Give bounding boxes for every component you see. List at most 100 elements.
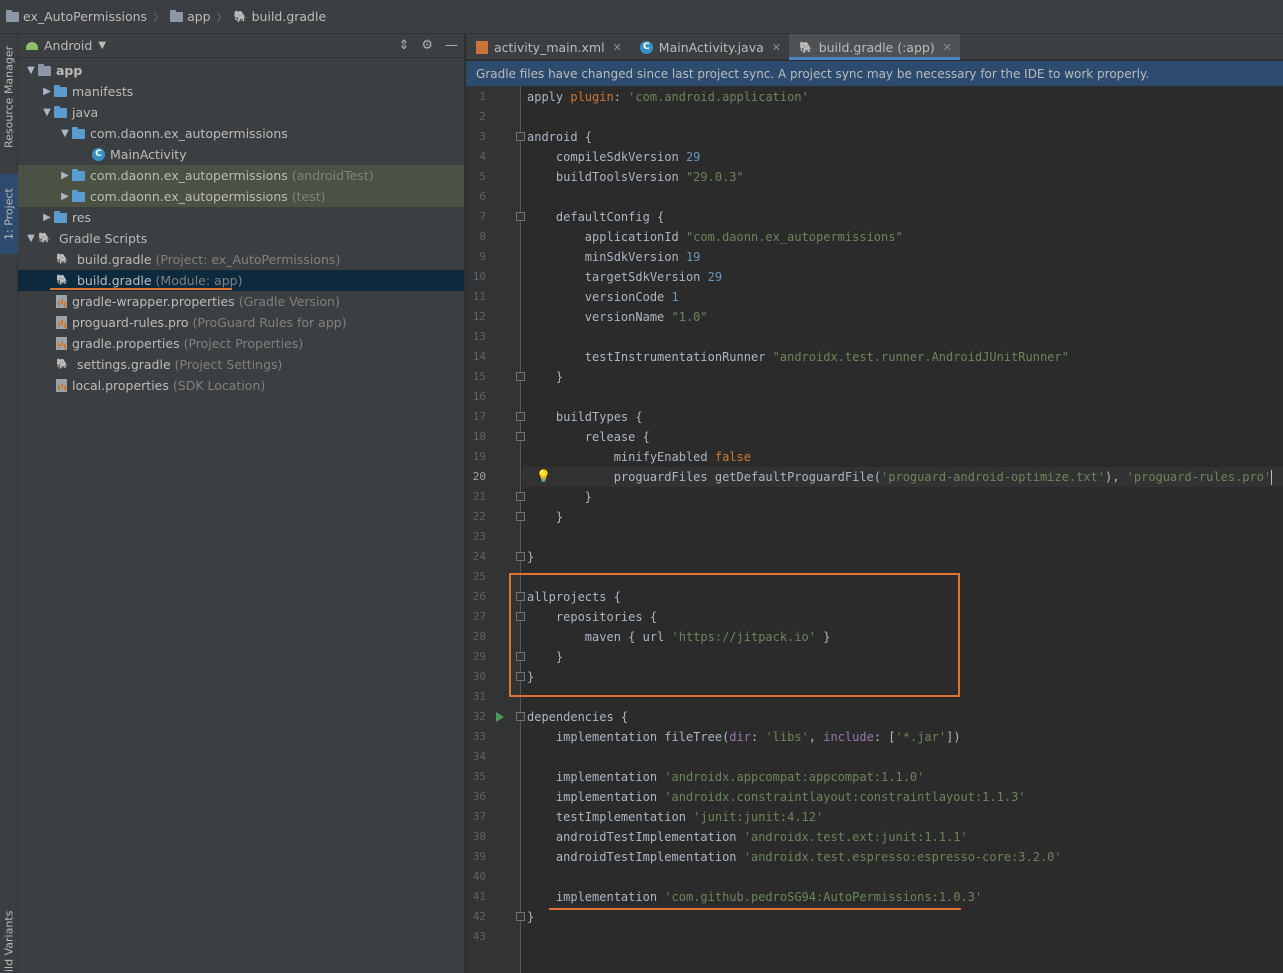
code-token: } bbox=[527, 370, 564, 384]
line-number: 10 bbox=[472, 270, 486, 283]
breadcrumb-file[interactable]: 🐘 build.gradle bbox=[234, 9, 327, 24]
tree-item[interactable]: ▼ java bbox=[18, 102, 464, 123]
tree-item[interactable]: gradle.properties (Project Properties) bbox=[18, 333, 464, 354]
editor-tab[interactable]: 🐘 build.gradle (:app) ✕ bbox=[788, 34, 960, 60]
fold-marker-icon[interactable] bbox=[516, 552, 525, 561]
tree-item[interactable]: ▼ 🐘 Gradle Scripts bbox=[18, 228, 464, 249]
fold-marker-icon[interactable] bbox=[516, 612, 525, 621]
fold-marker-icon[interactable] bbox=[516, 512, 525, 521]
tree-item-label: com.daonn.ex_autopermissions bbox=[90, 126, 288, 141]
tree-item[interactable]: ▶ manifests bbox=[18, 81, 464, 102]
tab-resource-manager[interactable]: Resource Manager bbox=[0, 38, 18, 156]
chevron-right-icon[interactable]: ▶ bbox=[40, 212, 54, 223]
folder-icon bbox=[54, 210, 67, 223]
code-line: maven { url 'https://jitpack.io' } bbox=[527, 627, 831, 647]
code-token: minifyEnabled bbox=[527, 450, 715, 464]
tab-project[interactable]: 1: Project bbox=[0, 174, 18, 254]
run-arrow-icon[interactable] bbox=[496, 712, 504, 722]
line-number: 36 bbox=[472, 790, 486, 803]
fold-marker-icon[interactable] bbox=[516, 492, 525, 501]
close-icon[interactable]: ✕ bbox=[772, 41, 781, 54]
code-token: defaultConfig { bbox=[527, 210, 665, 224]
code-editor[interactable]: 1 2 3 4 5 6 7 8 9 10 11 12 13 14 15 16 17 18 19 20 21 22 23 24 2… bbox=[466, 86, 1283, 973]
code-line: minSdkVersion 19 bbox=[527, 247, 701, 267]
tree-item[interactable]: ▶ com.daonn.ex_autopermissions (test) bbox=[18, 186, 464, 207]
tab-build-variants[interactable]: ild Variants bbox=[0, 909, 18, 973]
editor-tab-label: build.gradle (:app) bbox=[818, 39, 935, 55]
line-number: 41 bbox=[472, 890, 486, 903]
text-caret bbox=[1271, 470, 1273, 485]
properties-file-icon bbox=[56, 379, 67, 392]
fold-marker-icon[interactable] bbox=[516, 912, 525, 921]
chevron-down-icon[interactable]: ▼ bbox=[58, 128, 72, 139]
line-number: 15 bbox=[472, 370, 486, 383]
chevron-down-icon[interactable]: ▼ bbox=[24, 65, 38, 76]
breadcrumb-module[interactable]: app bbox=[170, 9, 211, 24]
tree-item[interactable]: 🐘 build.gradle (Project: ex_AutoPermission… bbox=[18, 249, 464, 270]
code-token: 29 bbox=[707, 270, 723, 284]
line-number: 25 bbox=[472, 570, 486, 583]
line-number: 22 bbox=[472, 510, 486, 523]
breadcrumb: ex_AutoPermissions 〉 app 〉 🐘 build.gradl… bbox=[0, 0, 1283, 34]
close-icon[interactable]: ✕ bbox=[613, 41, 622, 54]
tab-build-variants-label: ild Variants bbox=[2, 910, 16, 972]
tree-item[interactable]: C MainActivity bbox=[18, 144, 464, 165]
gear-icon[interactable]: ⚙ bbox=[421, 38, 433, 53]
fold-marker-icon[interactable] bbox=[516, 372, 525, 381]
line-number: 3 bbox=[479, 130, 486, 143]
editor-tab[interactable]: C MainActivity.java ✕ bbox=[630, 34, 789, 60]
chevron-down-icon[interactable]: ▼ bbox=[98, 40, 106, 51]
tree-item[interactable]: 🐘 settings.gradle (Project Settings) bbox=[18, 354, 464, 375]
fold-marker-icon[interactable] bbox=[516, 712, 525, 721]
code-token: 29 bbox=[685, 150, 701, 164]
collapse-all-icon[interactable]: ⇕ bbox=[398, 38, 409, 53]
breadcrumb-project-label: ex_AutoPermissions bbox=[23, 9, 148, 24]
fold-marker-icon[interactable] bbox=[516, 212, 525, 221]
line-number: 13 bbox=[472, 330, 486, 343]
line-number: 29 bbox=[472, 650, 486, 663]
code-line: android { bbox=[527, 127, 592, 147]
annotation-underline bbox=[549, 908, 961, 910]
code-token: 'junit:junit:4.12' bbox=[693, 810, 824, 824]
tree-item[interactable]: ▶ com.daonn.ex_autopermissions (androidTes… bbox=[18, 165, 464, 186]
tree-item[interactable]: gradle-wrapper.properties (Gradle Version… bbox=[18, 291, 464, 312]
breadcrumb-file-label: build.gradle bbox=[251, 9, 327, 24]
hide-icon[interactable]: — bbox=[445, 38, 458, 53]
code-line: targetSdkVersion 29 bbox=[527, 267, 722, 287]
code-line: } bbox=[527, 547, 534, 567]
fold-marker-icon[interactable] bbox=[516, 672, 525, 681]
tree-item-label: build.gradle bbox=[77, 252, 152, 267]
fold-marker-icon[interactable] bbox=[516, 432, 525, 441]
code-token: 'androidx.test.ext:junit:1.1.1' bbox=[743, 830, 968, 844]
fold-marker-icon[interactable] bbox=[516, 412, 525, 421]
chevron-down-icon[interactable]: ▼ bbox=[24, 233, 38, 244]
code-token: repositories { bbox=[527, 610, 658, 624]
fold-marker-icon[interactable] bbox=[516, 132, 525, 141]
tree-item[interactable]: ▼ com.daonn.ex_autopermissions bbox=[18, 123, 464, 144]
chevron-right-icon[interactable]: ▶ bbox=[58, 191, 72, 202]
tree-item[interactable]: 🐘 build.gradle (Module: app) bbox=[18, 270, 464, 291]
breadcrumb-project[interactable]: ex_AutoPermissions bbox=[6, 9, 147, 24]
close-icon[interactable]: ✕ bbox=[943, 41, 952, 54]
editor-tab[interactable]: activity_main.xml ✕ bbox=[466, 34, 630, 60]
editor-gutter[interactable]: 1 2 3 4 5 6 7 8 9 10 11 12 13 14 15 16 17 18 19 20 21 22 23 24 2… bbox=[466, 86, 521, 973]
code-token: : bbox=[750, 730, 766, 744]
chevron-right-icon[interactable]: ▶ bbox=[40, 86, 54, 97]
fold-marker-icon[interactable] bbox=[516, 592, 525, 601]
code-line: repositories { bbox=[527, 607, 657, 627]
code-token: androidTestImplementation bbox=[527, 830, 744, 844]
chevron-right-icon[interactable]: ▶ bbox=[58, 170, 72, 181]
tree-item[interactable]: ▶ res bbox=[18, 207, 464, 228]
code-token: proguardFiles getDefaultProguardFile( bbox=[527, 470, 882, 484]
chevron-down-icon[interactable]: ▼ bbox=[40, 107, 54, 118]
line-number: 37 bbox=[472, 810, 486, 823]
tree-item-label: com.daonn.ex_autopermissions bbox=[90, 168, 288, 183]
fold-marker-icon[interactable] bbox=[516, 652, 525, 661]
code-line: testInstrumentationRunner "androidx.test… bbox=[527, 347, 1069, 367]
code-token: applicationId bbox=[527, 230, 686, 244]
project-view-selector[interactable]: Android bbox=[44, 38, 92, 53]
tree-item[interactable]: local.properties (SDK Location) bbox=[18, 375, 464, 396]
gradle-icon: 🐘 bbox=[798, 40, 813, 54]
tree-item[interactable]: ▼ app bbox=[18, 60, 464, 81]
tree-item[interactable]: proguard-rules.pro (ProGuard Rules for ap… bbox=[18, 312, 464, 333]
